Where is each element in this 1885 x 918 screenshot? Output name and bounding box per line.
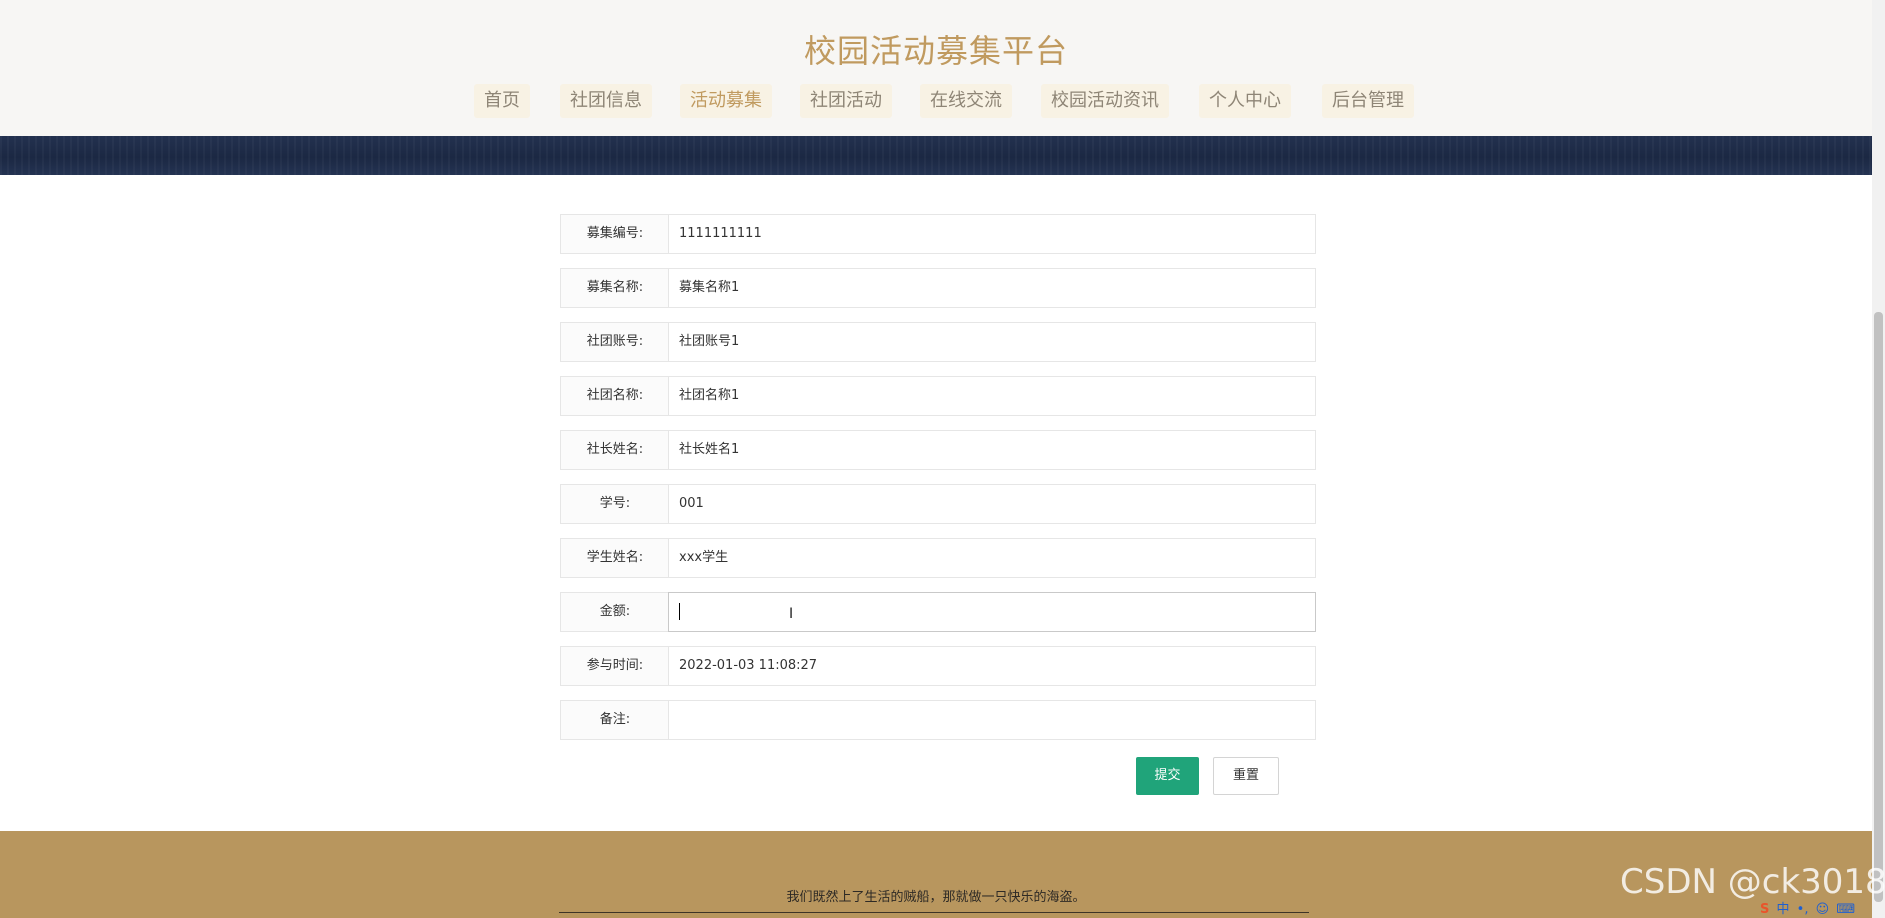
keyboard-icon[interactable]: ⌨	[1836, 902, 1855, 917]
nav-item-club-activity[interactable]: 社团活动	[800, 84, 892, 118]
header-banner	[0, 136, 1872, 175]
join-time-input[interactable]: 2022-01-03 11:08:27	[668, 646, 1316, 686]
csdn-watermark: CSDN @ck3018	[1620, 862, 1885, 902]
scrollbar-thumb[interactable]	[1874, 312, 1883, 902]
form-row-club-name: 社团名称: 社团名称1	[560, 376, 1316, 416]
ime-mode-indicator[interactable]: 中	[1777, 898, 1790, 917]
nav-item-admin[interactable]: 后台管理	[1322, 84, 1414, 118]
form-row-recruit-id: 募集编号: 1111111111	[560, 214, 1316, 254]
form-row-student-name: 学生姓名: xxx学生	[560, 538, 1316, 578]
ibeam-cursor-icon: I	[789, 606, 794, 622]
form-row-remark: 备注:	[560, 700, 1316, 740]
president-name-input[interactable]: 社长姓名1	[668, 430, 1316, 470]
nav-item-campus-news[interactable]: 校园活动资讯	[1041, 84, 1169, 118]
amount-input[interactable]	[668, 592, 1316, 632]
remark-input[interactable]	[668, 700, 1316, 740]
amount-label: 金额:	[560, 592, 670, 632]
form-row-recruit-name: 募集名称: 募集名称1	[560, 268, 1316, 308]
vertical-scrollbar[interactable]	[1872, 0, 1885, 918]
form-row-join-time: 参与时间: 2022-01-03 11:08:27	[560, 646, 1316, 686]
submit-button[interactable]: 提交	[1136, 757, 1199, 795]
form-row-amount: 金额:	[560, 592, 1316, 632]
student-name-label: 学生姓名:	[560, 538, 670, 578]
club-name-input[interactable]: 社团名称1	[668, 376, 1316, 416]
ime-toolbar: S 中 •, ☺ ⌨	[1760, 898, 1858, 918]
sogou-logo-icon[interactable]: S	[1760, 902, 1769, 917]
page: 校园活动募集平台 首页 社团信息 活动募集 社团活动 在线交流 校园活动资讯 个…	[0, 0, 1885, 918]
recruit-name-label: 募集名称:	[560, 268, 670, 308]
form-row-club-account: 社团账号: 社团账号1	[560, 322, 1316, 362]
recruit-id-label: 募集编号:	[560, 214, 670, 254]
punctuation-icon[interactable]: •,	[1797, 902, 1809, 917]
student-id-label: 学号:	[560, 484, 670, 524]
nav-item-personal-center[interactable]: 个人中心	[1199, 84, 1291, 118]
form-row-president-name: 社长姓名: 社长姓名1	[560, 430, 1316, 470]
form-row-student-id: 学号: 001	[560, 484, 1316, 524]
footer-slogan: 我们既然上了生活的贼船，那就做一只快乐的海盗。	[786, 890, 1086, 905]
nav-item-club-info[interactable]: 社团信息	[560, 84, 652, 118]
site-header: 校园活动募集平台 首页 社团信息 活动募集 社团活动 在线交流 校园活动资讯 个…	[0, 0, 1872, 136]
club-account-label: 社团账号:	[560, 322, 670, 362]
join-time-label: 参与时间:	[560, 646, 670, 686]
nav-item-activity-recruit[interactable]: 活动募集	[680, 84, 772, 118]
nav-item-home[interactable]: 首页	[474, 84, 530, 118]
recruit-name-input[interactable]: 募集名称1	[668, 268, 1316, 308]
club-name-label: 社团名称:	[560, 376, 670, 416]
site-title: 校园活动募集平台	[803, 32, 1068, 70]
club-account-input[interactable]: 社团账号1	[668, 322, 1316, 362]
remark-label: 备注:	[560, 700, 670, 740]
text-caret	[679, 603, 680, 620]
footer-divider	[559, 912, 1309, 913]
recruit-form: 募集编号: 1111111111 募集名称: 募集名称1 社团账号: 社团账号1…	[560, 214, 1316, 754]
nav-item-online-chat[interactable]: 在线交流	[920, 84, 1012, 118]
reset-button[interactable]: 重置	[1213, 757, 1279, 795]
emoji-icon[interactable]: ☺	[1816, 902, 1830, 917]
president-name-label: 社长姓名:	[560, 430, 670, 470]
student-id-input[interactable]: 001	[668, 484, 1316, 524]
site-footer: 我们既然上了生活的贼船，那就做一只快乐的海盗。	[0, 831, 1872, 918]
main-nav: 首页 社团信息 活动募集 社团活动 在线交流 校园活动资讯 个人中心 后台管理	[0, 84, 1872, 118]
student-name-input[interactable]: xxx学生	[668, 538, 1316, 578]
recruit-id-input[interactable]: 1111111111	[668, 214, 1316, 254]
